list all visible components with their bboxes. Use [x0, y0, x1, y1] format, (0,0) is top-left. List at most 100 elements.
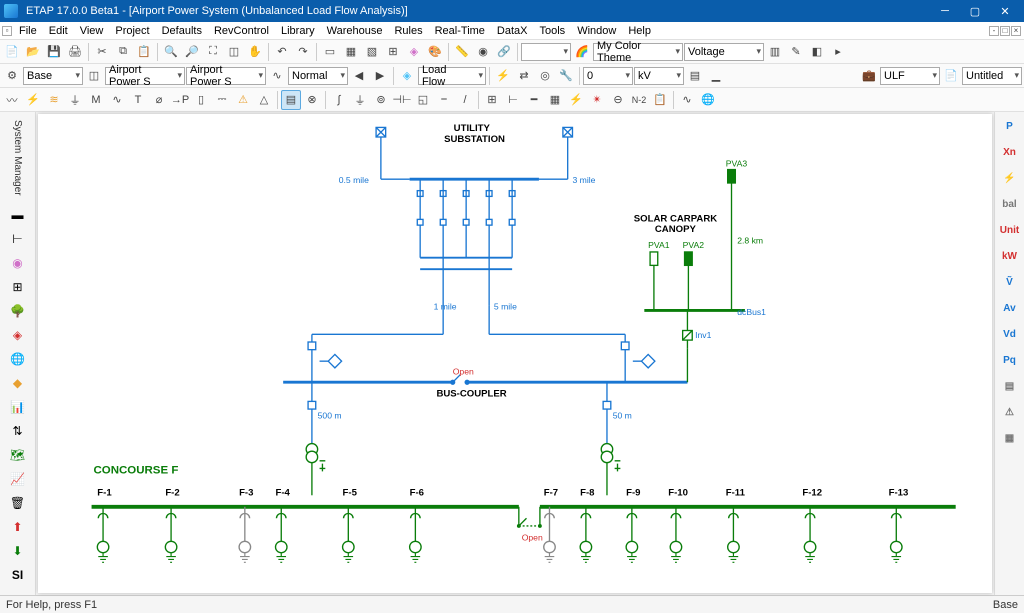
menu-project[interactable]: Project [109, 24, 155, 38]
menu-warehouse[interactable]: Warehouse [321, 24, 389, 38]
maximize-button[interactable]: ▢ [960, 0, 990, 22]
menu-defaults[interactable]: Defaults [156, 24, 208, 38]
doc-combo[interactable]: Untitled [962, 67, 1022, 85]
study2-combo[interactable]: Normal [288, 67, 348, 85]
menu-window[interactable]: Window [571, 24, 622, 38]
dock-down-icon[interactable]: ⬇ [3, 540, 33, 562]
spark-icon[interactable]: ✴ [587, 90, 607, 110]
sub-icon[interactable]: ◱ [413, 90, 433, 110]
profile-combo[interactable]: ULF [880, 67, 940, 85]
menu-view[interactable]: View [74, 24, 110, 38]
phase-icon[interactable]: ⊗ [302, 90, 322, 110]
nav-fwd-icon[interactable]: ▶ [370, 66, 390, 86]
grid-icon[interactable]: ▦ [341, 42, 361, 62]
dock-bus-icon[interactable]: ▬ [3, 204, 33, 226]
pane-icon[interactable]: ▦ [545, 90, 565, 110]
dock-trash-icon[interactable]: 🗑 [3, 492, 33, 514]
grid2-icon[interactable]: ⊞ [482, 90, 502, 110]
redo-icon[interactable]: ↷ [293, 42, 313, 62]
dock-layers-icon[interactable]: ◈ [3, 324, 33, 346]
theme-combo[interactable]: My Color Theme [593, 43, 683, 61]
menu-help[interactable]: Help [622, 24, 657, 38]
wrench-icon[interactable]: 🔧 [556, 66, 576, 86]
themes-icon[interactable]: 🎨 [425, 42, 445, 62]
dock-globe-icon[interactable]: 🌐 [3, 348, 33, 370]
rd-pq[interactable]: Pq [999, 350, 1021, 370]
copy-icon[interactable]: ⧉ [113, 42, 133, 62]
menu-tools[interactable]: Tools [534, 24, 572, 38]
rd-kw[interactable]: kW [999, 246, 1021, 266]
rd-bal[interactable]: bal [999, 194, 1021, 214]
dock-stats-icon[interactable]: 📈 [3, 468, 33, 490]
rd-alert-icon[interactable]: ⚠ [999, 402, 1021, 422]
cap-icon[interactable]: ⊣⊢ [392, 90, 412, 110]
undo-icon[interactable]: ↶ [272, 42, 292, 62]
batt-icon[interactable]: ▯ [191, 90, 211, 110]
bolt-icon[interactable]: ⚡ [493, 66, 513, 86]
chart-icon[interactable]: ▁ [706, 66, 726, 86]
layers-icon[interactable]: ◈ [404, 42, 424, 62]
dock-chart-icon[interactable]: 📊 [3, 396, 33, 418]
rd-report-icon[interactable]: ▤ [999, 376, 1021, 396]
ulf-icon[interactable]: ▤ [281, 90, 301, 110]
doc-icon[interactable]: 📄 [941, 66, 961, 86]
pencil-icon[interactable]: ✎ [786, 42, 806, 62]
zoom-in-icon[interactable]: 🔍 [161, 42, 181, 62]
report-icon[interactable]: 📋 [650, 90, 670, 110]
mode-combo[interactable]: Load Flow [418, 67, 486, 85]
warn-icon[interactable]: ⚠ [233, 90, 253, 110]
rd-bolt[interactable]: ⚡ [999, 168, 1021, 188]
fault-icon[interactable]: ⚡ [566, 90, 586, 110]
nav-back-icon[interactable]: ◀ [349, 66, 369, 86]
open-icon[interactable]: 📂 [23, 42, 43, 62]
motor-icon[interactable]: M [86, 90, 106, 110]
one-line-diagram[interactable]: UTILITY SUBSTATION 0.5 mile 3 mile [38, 114, 992, 593]
close-button[interactable]: ✕ [990, 0, 1020, 22]
new-icon[interactable]: 📄 [2, 42, 22, 62]
continuity-icon[interactable]: ⊞ [383, 42, 403, 62]
rd-xn[interactable]: Xn [999, 142, 1021, 162]
pan-icon[interactable]: ✋ [245, 42, 265, 62]
dc-icon[interactable]: ⎓ [212, 90, 232, 110]
dock-up-icon[interactable]: ⬆ [3, 516, 33, 538]
system-manager-tab[interactable]: System Manager [12, 116, 23, 200]
paste-icon[interactable]: 📋 [134, 42, 154, 62]
menu-realtime[interactable]: Real-Time [429, 24, 491, 38]
line-icon[interactable]: ⎯ [434, 90, 454, 110]
power-icon[interactable]: →P [170, 90, 190, 110]
save-icon[interactable]: 💾 [44, 42, 64, 62]
snapshot-icon[interactable]: ▧ [362, 42, 382, 62]
config-icon[interactable]: ⚙ [2, 66, 22, 86]
menu-file[interactable]: File [13, 24, 43, 38]
n1-icon[interactable]: ⊖ [608, 90, 628, 110]
zoom-fit-icon[interactable]: ⛶ [203, 42, 223, 62]
mdi-restore-icon[interactable]: ▫ [2, 26, 12, 36]
network-combo[interactable]: Airport Power S [105, 67, 185, 85]
dock-branch-icon[interactable]: ⊢ [3, 228, 33, 250]
menu-datax[interactable]: DataX [491, 24, 534, 38]
rd-plot-icon[interactable]: ▦ [999, 428, 1021, 448]
switch-icon[interactable]: / [455, 90, 475, 110]
color-theme-icon[interactable]: 🌈 [572, 42, 592, 62]
dock-shape-icon[interactable]: ◆ [3, 372, 33, 394]
dock-si-icon[interactable]: SI [3, 564, 33, 586]
sine-icon[interactable]: 〰 [2, 90, 22, 110]
study1-combo[interactable]: Airport Power S [186, 67, 266, 85]
cable-icon[interactable]: ∫ [329, 90, 349, 110]
mdi-max-icon[interactable]: □ [1000, 26, 1010, 36]
network-icon[interactable]: ◉ [473, 42, 493, 62]
zoom-out-icon[interactable]: 🔎 [182, 42, 202, 62]
menu-revcontrol[interactable]: RevControl [208, 24, 275, 38]
warn2-icon[interactable]: △ [254, 90, 274, 110]
ruler-icon[interactable]: 📏 [452, 42, 472, 62]
rd-v[interactable]: Ṽ [999, 272, 1021, 292]
bus-icon[interactable]: ━ [524, 90, 544, 110]
rd-av[interactable]: Av [999, 298, 1021, 318]
menu-library[interactable]: Library [275, 24, 321, 38]
branch-icon[interactable]: ⊢ [503, 90, 523, 110]
link-icon[interactable]: 🔗 [494, 42, 514, 62]
wave-icon[interactable]: ∿ [267, 66, 287, 86]
textbox-icon[interactable]: ▭ [320, 42, 340, 62]
cut-icon[interactable]: ✂ [92, 42, 112, 62]
size-combo[interactable] [521, 43, 571, 61]
